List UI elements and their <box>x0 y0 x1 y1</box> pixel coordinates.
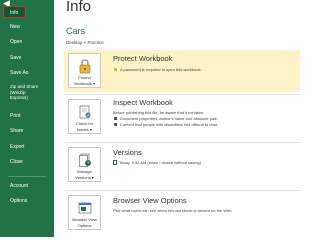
inspect-bullet: Content that people with disabilities fi… <box>114 122 217 127</box>
sidebar-item-label: New <box>10 24 21 30</box>
versions-icon <box>78 153 91 167</box>
protect-workbook-button[interactable]: Protect Workbook ▾ <box>68 53 101 88</box>
sidebar-item-save-as[interactable]: Save As <box>0 70 54 76</box>
browser-view-options-button[interactable]: Browser View Options <box>68 195 101 230</box>
button-label-line: Manage <box>77 169 92 174</box>
section-divider <box>64 94 300 95</box>
info-pane: Info Cars Desktop » Practice Protect Wor… <box>54 0 300 237</box>
version-entry[interactable]: Today, 5:32 AM (when I closed without sa… <box>113 160 201 166</box>
button-label-line: Protect <box>78 75 91 80</box>
breadcrumb: Desktop » Practice <box>66 40 104 45</box>
sidebar-item-print[interactable]: Print <box>0 113 54 119</box>
section-divider <box>64 190 300 191</box>
button-label-line: Options <box>77 223 92 228</box>
browser-view-section: Browser View Options Browser View Option… <box>64 192 300 237</box>
check-for-issues-button[interactable]: Check for Issues ▾ <box>68 99 101 134</box>
sidebar-item-options[interactable]: Options <box>0 198 54 204</box>
sidebar-item-new[interactable]: New <box>0 24 54 30</box>
sidebar-item-label: Close <box>10 159 23 165</box>
button-label-line: Browser View <box>72 217 97 222</box>
sidebar-item-label: Save As <box>10 70 29 76</box>
backstage-sidebar: ◀ Info New Open Save Save As Zip and Sha… <box>0 0 54 237</box>
sidebar-item-label: Account <box>10 183 29 189</box>
inspect-bullet: Document properties, author's name and a… <box>114 116 218 121</box>
button-label-line: Issues ▾ <box>77 127 92 132</box>
version-entry-text: Today, 5:32 AM (when I closed without sa… <box>119 160 201 165</box>
protect-note-text: A password is required to open this work… <box>120 67 202 72</box>
browser-view-icon <box>78 202 91 214</box>
sidebar-item-label: Export <box>10 144 25 150</box>
section-divider <box>64 142 300 143</box>
sidebar-item-info[interactable]: Info <box>3 6 26 18</box>
sidebar-divider <box>8 176 46 177</box>
sidebar-item-zip-and-share[interactable]: Zip and Share (WinZip Express) <box>0 84 54 101</box>
inspect-intro: Before publishing this file, be aware th… <box>113 110 205 115</box>
excel-file-icon <box>113 160 117 166</box>
button-label-line: Versions ▾ <box>75 175 94 180</box>
section-title: Versions <box>113 148 142 157</box>
section-title: Protect Workbook <box>113 54 173 63</box>
manage-versions-button[interactable]: Manage Versions ▾ <box>68 147 101 182</box>
document-check-icon <box>79 105 90 119</box>
button-label-line: Check for <box>75 121 94 126</box>
sidebar-item-open[interactable]: Open <box>0 39 54 45</box>
inspect-workbook-section: Check for Issues ▾ Inspect Workbook Befo… <box>64 96 300 140</box>
sidebar-item-label-line: Express) <box>10 95 28 100</box>
inspect-bullet-text: Content that people with disabilities fi… <box>120 122 218 127</box>
sidebar-item-label: Info <box>10 10 19 16</box>
protect-workbook-section: Protect Workbook ▾ Protect Workbook A pa… <box>64 50 300 92</box>
sidebar-item-label: Save <box>10 55 22 61</box>
sidebar-item-label: Options <box>10 198 28 204</box>
section-title: Browser View Options <box>113 196 187 205</box>
sidebar-item-save[interactable]: Save <box>0 55 54 61</box>
document-title: Cars <box>66 26 86 36</box>
sidebar-item-label: Print <box>10 113 21 119</box>
sidebar-item-label: Share <box>10 128 24 134</box>
versions-section: Manage Versions ▾ Versions Today, 5:32 A… <box>64 144 300 188</box>
bullet-icon <box>114 68 117 72</box>
bullet-icon <box>114 123 117 127</box>
browser-view-description: Pick what users can see when this workbo… <box>113 208 233 213</box>
button-label-line: Workbook ▾ <box>73 81 96 86</box>
bullet-icon <box>114 117 117 121</box>
sidebar-item-share[interactable]: Share <box>0 128 54 134</box>
inspect-bullet-text: Document properties, author's name and a… <box>120 116 218 121</box>
sidebar-item-export[interactable]: Export <box>0 144 54 150</box>
page-title: Info <box>66 0 92 15</box>
sidebar-item-label: Open <box>10 39 23 45</box>
sidebar-item-close[interactable]: Close <box>0 159 54 165</box>
sidebar-item-account[interactable]: Account <box>0 183 54 189</box>
section-title: Inspect Workbook <box>113 98 173 107</box>
protect-note: A password is required to open this work… <box>114 67 202 72</box>
lock-icon <box>79 59 90 74</box>
